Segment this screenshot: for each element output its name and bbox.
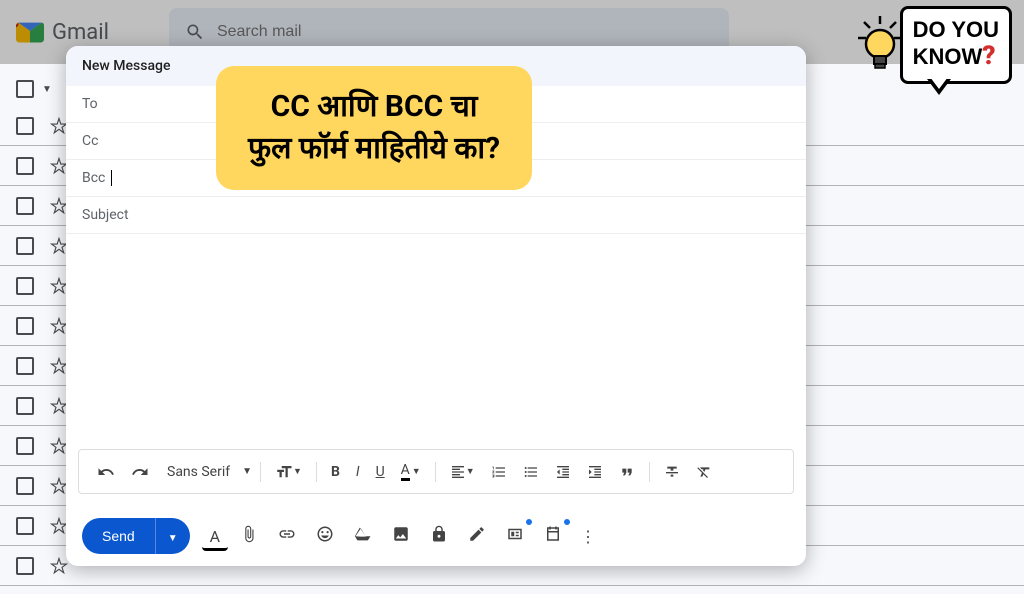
- dyk-line1: DO YOU: [913, 19, 999, 41]
- speech-tail: [927, 79, 951, 95]
- search-input[interactable]: [217, 23, 713, 41]
- send-button[interactable]: Send: [82, 518, 155, 554]
- row-checkbox[interactable]: [16, 477, 34, 495]
- row-checkbox[interactable]: [16, 317, 34, 335]
- emoji-icon[interactable]: [308, 519, 342, 553]
- toolbar-divider: [649, 462, 650, 482]
- dyk-line2: KNOW: [913, 44, 983, 69]
- pen-icon[interactable]: [460, 519, 494, 553]
- bullet-list-button[interactable]: [517, 460, 545, 484]
- row-checkbox[interactable]: [16, 517, 34, 535]
- text-color-button[interactable]: A▼: [395, 458, 427, 485]
- badge-dot: [526, 519, 532, 525]
- toolbar-divider: [435, 462, 436, 482]
- subject-label: Subject: [82, 207, 129, 223]
- indent-less-button[interactable]: [549, 460, 577, 484]
- badge-dot: [564, 519, 570, 525]
- font-selector[interactable]: Sans Serif: [159, 460, 238, 484]
- send-more-button[interactable]: ▼: [155, 518, 190, 554]
- row-checkbox[interactable]: [16, 277, 34, 295]
- strikethrough-button[interactable]: [658, 460, 686, 484]
- dyk-q: ?: [982, 41, 995, 71]
- row-checkbox[interactable]: [16, 397, 34, 415]
- redo-button[interactable]: [125, 459, 155, 485]
- undo-button[interactable]: [91, 459, 121, 485]
- row-checkbox[interactable]: [16, 437, 34, 455]
- row-checkbox[interactable]: [16, 197, 34, 215]
- font-size-button[interactable]: ▼: [269, 459, 308, 485]
- align-button[interactable]: ▼: [444, 460, 481, 484]
- text-format-icon[interactable]: A: [202, 521, 228, 551]
- toolbar-divider: [316, 462, 317, 482]
- more-options-icon[interactable]: ⋮: [574, 521, 602, 552]
- indent-more-button[interactable]: [581, 460, 609, 484]
- cc-label: Cc: [82, 133, 98, 149]
- speech-bubble: DO YOU KNOW?: [900, 6, 1012, 84]
- chevron-down-icon[interactable]: ▼: [42, 84, 52, 95]
- compose-footer: Send ▼ A ⋮: [66, 506, 806, 566]
- confidential-icon[interactable]: [422, 519, 456, 553]
- format-toolbar: Sans Serif ▼ ▼ B I U A▼ ▼: [78, 449, 794, 494]
- toolbar-divider: [260, 462, 261, 482]
- row-checkbox[interactable]: [16, 117, 34, 135]
- do-you-know-badge: DO YOU KNOW?: [856, 6, 1012, 84]
- gmail-logo-icon: [16, 21, 44, 43]
- callout-banner: CC आणि BCC चा फुल फॉर्म माहितीये का?: [216, 66, 532, 190]
- search-icon: [185, 22, 205, 42]
- text-cursor: [111, 170, 112, 186]
- subject-field[interactable]: Subject: [66, 197, 806, 234]
- drive-icon[interactable]: [346, 519, 380, 553]
- clear-format-button[interactable]: [690, 460, 718, 484]
- underline-button[interactable]: U: [370, 460, 391, 484]
- row-checkbox[interactable]: [16, 557, 34, 575]
- lightbulb-icon: [856, 14, 904, 78]
- gmail-logo[interactable]: Gmail: [16, 20, 109, 45]
- callout-line1: CC आणि BCC चा: [248, 86, 500, 128]
- row-checkbox[interactable]: [16, 357, 34, 375]
- attach-icon[interactable]: [232, 519, 266, 553]
- quote-button[interactable]: [613, 460, 641, 484]
- select-all-checkbox[interactable]: [16, 80, 34, 98]
- image-icon[interactable]: [384, 519, 418, 553]
- callout-line2: फुल फॉर्म माहितीये का?: [248, 128, 500, 170]
- bold-button[interactable]: B: [325, 460, 346, 484]
- to-label: To: [82, 96, 98, 112]
- italic-button[interactable]: I: [350, 460, 366, 484]
- send-button-group: Send ▼: [82, 518, 190, 554]
- chevron-down-icon[interactable]: ▼: [242, 466, 252, 477]
- link-icon[interactable]: [270, 519, 304, 553]
- numbered-list-button[interactable]: [485, 460, 513, 484]
- row-checkbox[interactable]: [16, 157, 34, 175]
- row-checkbox[interactable]: [16, 237, 34, 255]
- bcc-label: Bcc: [82, 170, 105, 186]
- compose-body[interactable]: [66, 234, 806, 449]
- gmail-logo-text: Gmail: [52, 20, 109, 45]
